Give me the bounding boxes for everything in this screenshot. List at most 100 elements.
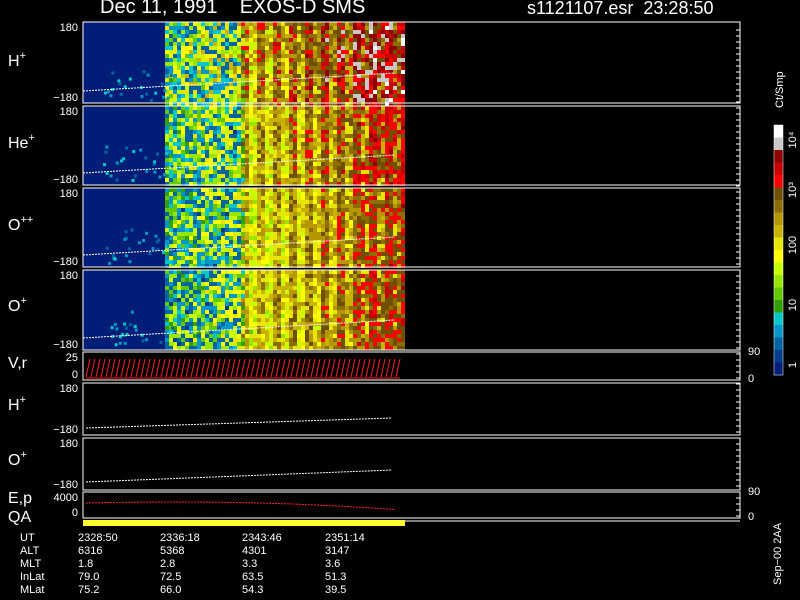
heatmap-cell (309, 174, 313, 178)
heatmap-cell (241, 62, 245, 66)
heatmap-cell (369, 142, 373, 146)
heatmap-cell (349, 166, 353, 170)
heatmap-cell (293, 126, 297, 130)
heatmap-cell (277, 314, 281, 318)
heatmap-cell (373, 30, 377, 34)
heatmap-cell (313, 248, 317, 252)
heatmap-cell (237, 50, 241, 54)
heatmap-cell (273, 174, 277, 178)
heatmap-cell (365, 42, 369, 46)
heatmap-cell (241, 274, 245, 278)
heatmap-cell (265, 322, 269, 326)
o_plus-ytop: 180 (60, 270, 78, 282)
heatmap-cell (393, 22, 397, 26)
heatmap-cell (297, 260, 301, 264)
heatmap-cell (189, 154, 193, 158)
heatmap-cell (309, 106, 313, 110)
heatmap-cell (221, 158, 225, 162)
heatmap-cell (213, 294, 217, 298)
heatmap-cell (217, 130, 221, 134)
heatmap-cell (305, 330, 309, 334)
heatmap-cell (201, 270, 205, 274)
heatmap-cell (169, 310, 173, 314)
heatmap-cell (381, 26, 385, 30)
heatmap-cell (205, 130, 209, 134)
heatmap-cell (325, 278, 329, 282)
heatmap-cell (397, 118, 401, 122)
heatmap-cell (205, 178, 209, 182)
heatmap-cell (253, 50, 257, 54)
heatmap-cell (341, 106, 345, 110)
heatmap-cell (329, 252, 333, 256)
heatmap-cell (213, 318, 217, 322)
heatmap-cell (106, 90, 110, 94)
heatmap-cell (265, 26, 269, 30)
heatmap-cell (381, 260, 385, 264)
heatmap-cell (301, 220, 305, 224)
heatmap-cell (329, 338, 333, 342)
heatmap-cell (193, 232, 197, 236)
heatmap-cell (201, 294, 205, 298)
heatmap-cell (281, 82, 285, 86)
heatmap-cell (293, 294, 297, 298)
heatmap-cell (305, 86, 309, 90)
heatmap-cell (209, 94, 213, 98)
heatmap-cell (305, 66, 309, 70)
heatmap-cell (217, 306, 221, 310)
heatmap-cell (401, 46, 405, 50)
heatmap-cell (201, 174, 205, 178)
heatmap-cell (365, 70, 369, 74)
heatmap-cell (317, 294, 321, 298)
heatmap-cell (265, 90, 269, 94)
heatmap-cell (289, 188, 293, 192)
heatmap-cell (381, 138, 385, 142)
heatmap-cell (309, 232, 313, 236)
heatmap-cell (241, 58, 245, 62)
heatmap-cell (241, 30, 245, 34)
heatmap-cell (385, 162, 389, 166)
heatmap-cell (229, 294, 233, 298)
heatmap-cell (313, 318, 317, 322)
heatmap-cell (229, 256, 233, 260)
heatmap-cell (249, 138, 253, 142)
heatmap-cell (297, 178, 301, 182)
heatmap-cell (329, 134, 333, 138)
heatmap-cell (325, 110, 329, 114)
heatmap-cell (249, 174, 253, 178)
heatmap-cell (237, 256, 241, 260)
heatmap-cell (249, 42, 253, 46)
heatmap-cell (225, 74, 229, 78)
heatmap-cell (253, 58, 257, 62)
heatmap-cell (269, 82, 273, 86)
heatmap-cell (345, 224, 349, 228)
heatmap-cell (373, 334, 377, 338)
heatmap-cell (321, 94, 325, 98)
heatmap-cell (177, 294, 181, 298)
heatmap-cell (361, 298, 365, 302)
heatmap-cell (237, 70, 241, 74)
heatmap-cell (209, 200, 213, 204)
heatmap-cell (177, 118, 181, 122)
heatmap-cell (341, 46, 345, 50)
heatmap-cell (333, 212, 337, 216)
heatmap-cell (297, 228, 301, 232)
heatmap-cell (265, 74, 269, 78)
heatmap-cell (189, 208, 193, 212)
heatmap-cell (381, 200, 385, 204)
heatmap-cell (385, 270, 389, 274)
heatmap-cell (293, 212, 297, 216)
heatmap-cell (225, 26, 229, 30)
heatmap-cell (193, 306, 197, 310)
heatmap-cell (209, 192, 213, 196)
heatmap-cell (169, 228, 173, 232)
heatmap-cell (249, 62, 253, 66)
heatmap-cell (313, 244, 317, 248)
heatmap-cell (317, 236, 321, 240)
heatmap-cell (105, 171, 109, 175)
heatmap-cell (305, 74, 309, 78)
heatmap-cell (241, 154, 245, 158)
heatmap-cell (265, 318, 269, 322)
heatmap-cell (397, 318, 401, 322)
heatmap-cell (333, 200, 337, 204)
heatmap-cell (353, 294, 357, 298)
